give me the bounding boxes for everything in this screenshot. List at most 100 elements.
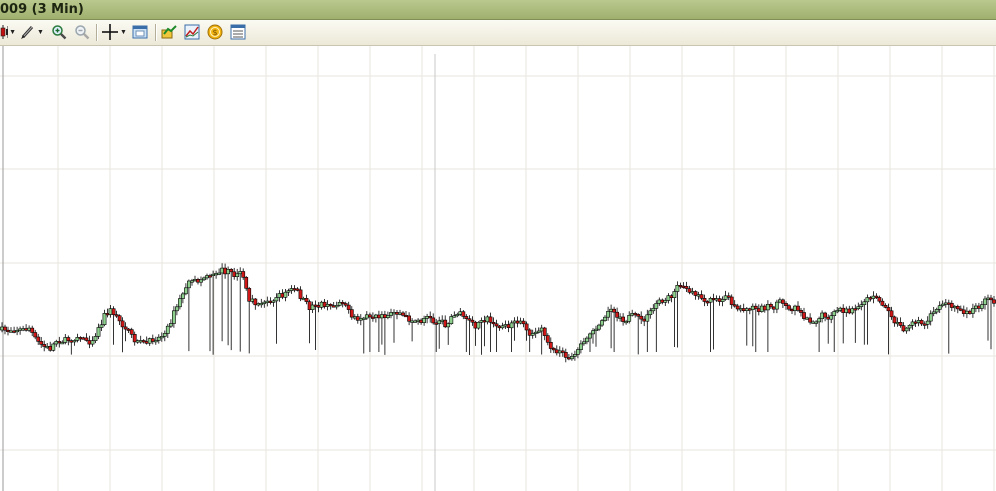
candle-down (494, 323, 499, 327)
candle-up (99, 324, 104, 328)
candle-down (880, 300, 885, 306)
candle-up (904, 327, 909, 332)
strategies-button[interactable] (160, 23, 178, 41)
candle-down (639, 315, 644, 320)
candle-down (548, 341, 553, 349)
candle-down (407, 315, 412, 322)
candle-down (66, 337, 71, 342)
chart-properties-button[interactable] (131, 23, 149, 41)
candle-down (799, 309, 803, 313)
candle-up (485, 316, 490, 323)
crosshair-button[interactable]: ▼ (101, 23, 127, 41)
candle-up (175, 306, 179, 312)
candle-up (90, 340, 95, 345)
crosshair-icon (102, 24, 119, 40)
candle-up (172, 310, 176, 324)
candle-up (147, 338, 152, 344)
zoom-in-icon (52, 25, 67, 40)
candle-down (612, 308, 617, 313)
toolbar-separator (96, 24, 98, 41)
candle-up (907, 324, 912, 329)
zoom-out-icon (75, 25, 90, 40)
candle-down (762, 305, 767, 311)
candle-down (796, 305, 800, 311)
chart-grid (0, 46, 996, 491)
candle-down (901, 325, 906, 332)
candle-down (244, 277, 249, 289)
candle-down (33, 332, 38, 338)
chevron-down-icon: ▼ (9, 28, 16, 36)
candle-down (111, 308, 116, 315)
candle-down (699, 294, 704, 299)
candle-down (621, 316, 626, 322)
candle-down (729, 296, 734, 305)
candle-down (349, 309, 354, 318)
candle-up (162, 333, 167, 337)
candle-up (723, 295, 728, 300)
candle-up (159, 336, 164, 339)
candle-down (120, 320, 125, 328)
candle-down (69, 340, 74, 343)
chart-canvas[interactable] (0, 46, 996, 491)
candle-up (181, 293, 185, 299)
candle-down (889, 310, 894, 318)
bar-style-button[interactable]: ▼ (0, 23, 16, 41)
toolbar-separator (155, 24, 157, 41)
candle-up (27, 327, 32, 331)
candle-down (431, 317, 436, 324)
zoom-out-button[interactable] (73, 23, 91, 41)
candle-down (367, 314, 372, 318)
candle-up (153, 340, 158, 343)
candle-up (979, 304, 984, 309)
candle-up (283, 291, 288, 298)
candle-down (877, 297, 882, 302)
chevron-down-icon: ▼ (120, 28, 127, 36)
svg-text:$: $ (212, 28, 217, 37)
candle-down (784, 303, 788, 306)
candle-down (955, 305, 960, 310)
candle-down (741, 308, 746, 312)
data-box-button[interactable] (229, 23, 247, 41)
chart-toolbar: ▼ ▼ ▼ $ (0, 20, 996, 46)
candle-down (898, 321, 903, 326)
candle-down (401, 312, 405, 316)
candle-up (476, 321, 481, 329)
candle-down (39, 341, 44, 345)
candle-down (126, 328, 131, 331)
candle-up (934, 309, 939, 313)
candle-up (9, 330, 13, 333)
indicators-button[interactable] (183, 23, 201, 41)
candle-up (600, 320, 604, 326)
candle-down (919, 320, 924, 325)
candle-down (684, 286, 689, 289)
order-button[interactable]: $ (206, 23, 224, 41)
candle-up (184, 287, 188, 295)
candle-down (346, 304, 351, 310)
candle-down (545, 335, 550, 343)
draw-tool-button[interactable]: ▼ (20, 23, 44, 41)
candle-up (509, 322, 514, 329)
candle-up (672, 291, 677, 298)
candle-down (780, 299, 785, 304)
candle-up (654, 303, 659, 309)
candle-down (117, 315, 122, 322)
candle-up (265, 300, 270, 303)
candle-down (961, 309, 966, 314)
candle-down (615, 311, 620, 318)
candle-up (862, 301, 867, 306)
candle-down (563, 351, 568, 358)
candle-up (187, 280, 191, 289)
candle-down (208, 275, 212, 278)
candle-up (274, 297, 279, 302)
candle-up (385, 315, 390, 319)
candle-up (422, 317, 427, 323)
price-chart[interactable] (0, 46, 996, 491)
candle-down (36, 336, 41, 342)
candle-up (108, 308, 113, 315)
zoom-in-button[interactable] (50, 23, 68, 41)
candle-up (856, 306, 861, 310)
candle-down (229, 269, 234, 273)
candle-down (304, 298, 309, 302)
pencil-icon (21, 25, 34, 39)
candle-up (624, 320, 629, 324)
